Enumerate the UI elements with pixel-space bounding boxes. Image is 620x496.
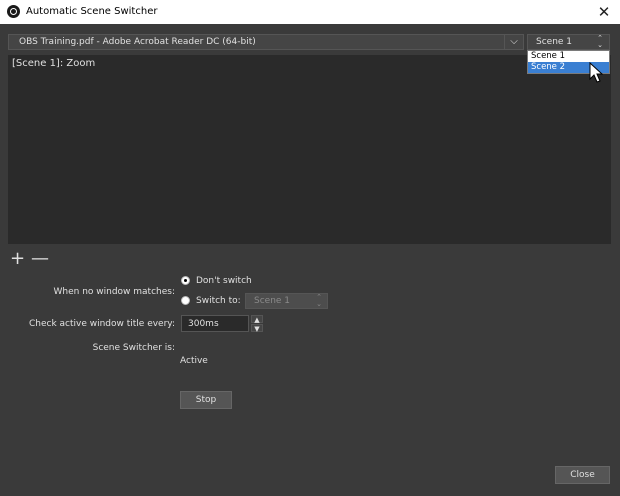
list-item[interactable]: [Scene 1]: Zoom: [12, 58, 95, 69]
close-button[interactable]: Close: [555, 466, 610, 484]
scene-select[interactable]: Scene 1 ⌃ ⌄: [527, 34, 610, 50]
spin-up-icon[interactable]: ▲: [251, 315, 263, 324]
obs-logo-icon: [7, 5, 20, 18]
window-select[interactable]: OBS Training.pdf - Adobe Acrobat Reader …: [8, 34, 524, 50]
check-interval-label: Check active window title every:: [28, 319, 175, 329]
interval-spinner[interactable]: ▲ ▼: [251, 315, 263, 333]
add-button[interactable]: +: [10, 250, 25, 268]
remove-button[interactable]: —: [31, 250, 49, 268]
switch-to-scene-select: Scene 1 ⌃ ⌄: [245, 293, 328, 309]
switch-list[interactable]: [Scene 1]: Zoom: [8, 55, 611, 244]
window-title: Automatic Scene Switcher: [26, 6, 158, 17]
status-label: Scene Switcher is:: [92, 343, 175, 353]
dont-switch-radio[interactable]: [181, 276, 190, 285]
status-value: Active: [180, 356, 208, 366]
check-interval-value: 300ms: [188, 319, 219, 329]
updown-arrows-icon: ⌃ ⌄: [597, 34, 603, 49]
dont-switch-label[interactable]: Don't switch: [196, 276, 252, 286]
spin-down-icon[interactable]: ▼: [251, 324, 263, 333]
scene-option[interactable]: Scene 1: [528, 51, 609, 62]
stop-button[interactable]: Stop: [180, 391, 232, 409]
switch-to-label[interactable]: Switch to:: [196, 296, 241, 306]
no-match-label: When no window matches:: [53, 287, 175, 297]
switch-to-radio[interactable]: [181, 296, 190, 305]
mouse-cursor-icon: [589, 62, 603, 83]
window-select-value: OBS Training.pdf - Adobe Acrobat Reader …: [19, 37, 256, 47]
scene-select-value: Scene 1: [536, 37, 573, 47]
title-bar: Automatic Scene Switcher ✕: [0, 0, 620, 24]
updown-arrows-icon: ⌃ ⌄: [316, 293, 322, 308]
switch-to-scene-value: Scene 1: [254, 296, 291, 306]
check-interval-input[interactable]: 300ms: [181, 315, 249, 332]
window-close-icon[interactable]: ✕: [594, 2, 614, 22]
chevron-down-icon[interactable]: ⌵: [504, 35, 523, 49]
